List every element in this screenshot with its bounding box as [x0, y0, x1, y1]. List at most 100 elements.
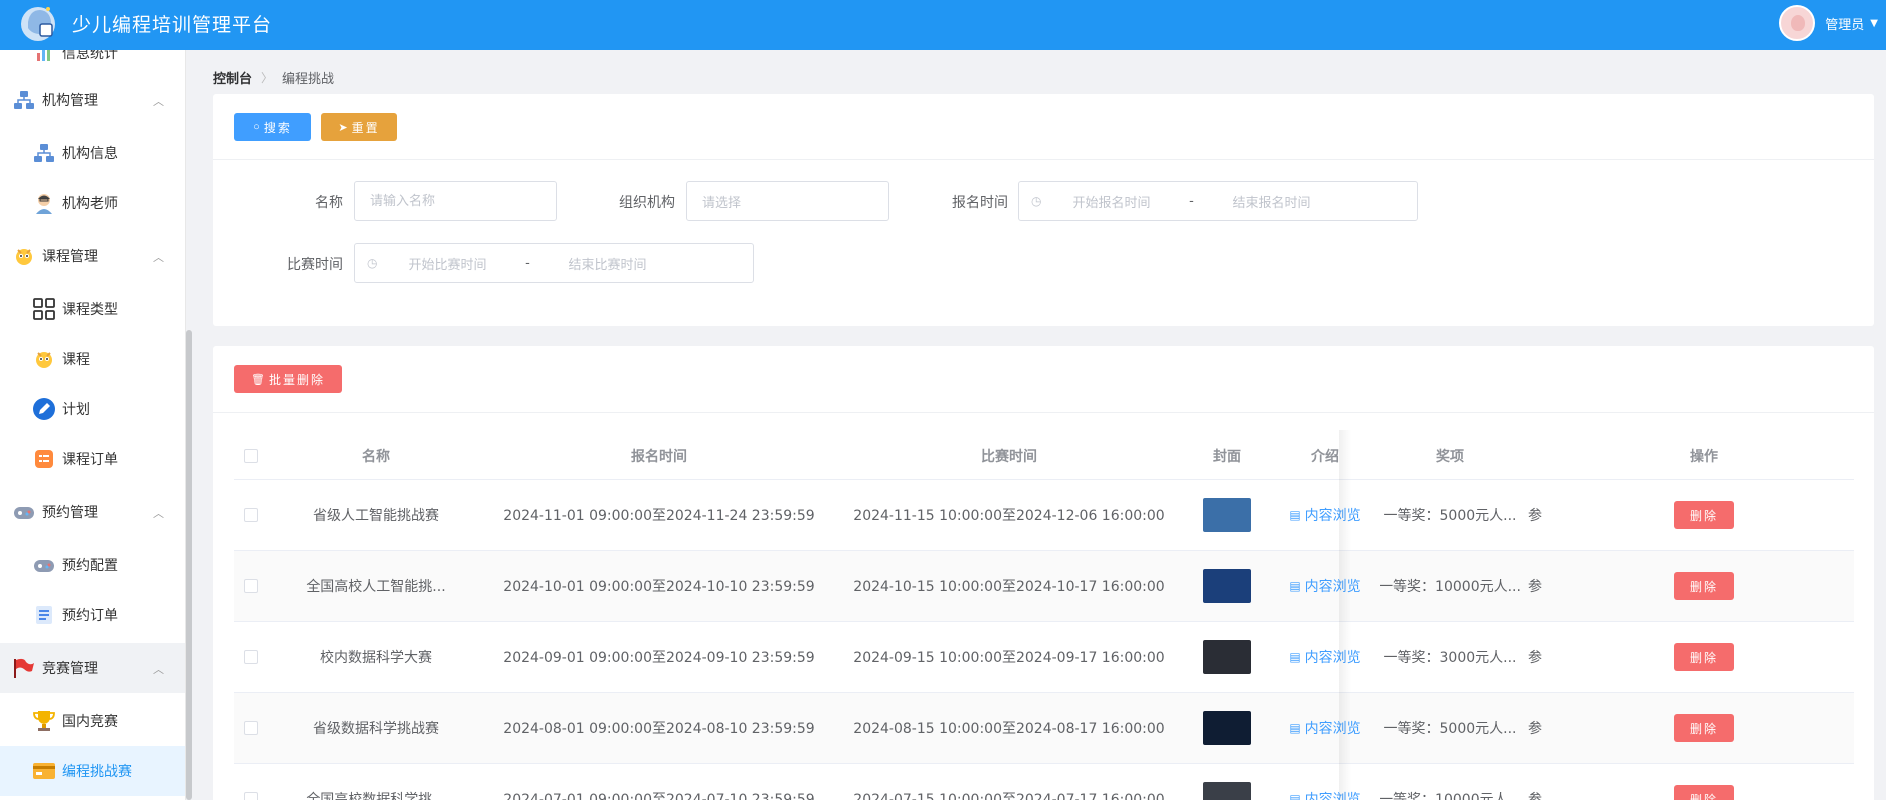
col-cover[interactable]: 封面	[1184, 433, 1270, 479]
app-title: 少儿编程培训管理平台	[72, 14, 273, 36]
row-contest-time: 2024-11-15 10:00:00至2024-12-06 16:00:00	[853, 508, 1165, 524]
breadcrumb-home[interactable]: 控制台	[213, 68, 252, 87]
sidebar-group-course[interactable]: 课程管理 ︿	[0, 231, 185, 281]
sidebar-group-org[interactable]: 机构管理 ︿	[0, 75, 185, 125]
col-contest-time[interactable]: 比赛时间	[834, 433, 1184, 479]
delete-button[interactable]: 删除	[1674, 643, 1734, 671]
row-intro-cell: ▤ 内容浏览	[1270, 693, 1380, 763]
org-label: 组织机构	[619, 195, 675, 211]
sidebar-item-course-order[interactable]: 课程订单	[0, 434, 185, 484]
flag-icon	[12, 656, 36, 680]
brain-logo-icon	[21, 7, 55, 41]
sidebar-item-domestic-contest[interactable]: 国内竞赛	[0, 696, 185, 746]
sidebar-group-contest[interactable]: 竞赛管理 ︿	[0, 643, 185, 693]
row-action-cell: 删除	[1554, 480, 1854, 550]
avatar[interactable]	[1779, 5, 1816, 41]
row-select-cell	[234, 693, 268, 763]
row-signup-time: 2024-08-01 09:00:00至2024-08-10 23:59:59	[503, 721, 815, 737]
cover-image[interactable]	[1203, 711, 1251, 745]
row-intro-cell: ▤ 内容浏览	[1270, 480, 1380, 550]
reset-button[interactable]: ➤ 重置	[321, 113, 397, 141]
contest-start[interactable]: 开始比赛时间	[377, 254, 517, 273]
row-select-cell	[234, 764, 268, 800]
range-separator: -	[525, 255, 530, 271]
row-action-cell: 删除	[1554, 551, 1854, 621]
signup-start[interactable]: 开始报名时间	[1041, 192, 1181, 211]
col-name[interactable]: 名称	[268, 433, 484, 479]
row-checkbox[interactable]	[244, 650, 258, 664]
row-action-cell: 删除	[1554, 764, 1854, 800]
trophy-icon	[32, 709, 56, 733]
row-action-cell: 删除	[1554, 622, 1854, 692]
row-checkbox[interactable]	[244, 508, 258, 522]
range-separator: -	[1189, 193, 1194, 209]
delete-button[interactable]: 删除	[1674, 714, 1734, 742]
chevron-up-icon: ︿	[153, 95, 164, 108]
sidebar-item-booking-order[interactable]: 预约订单	[0, 590, 185, 640]
user-menu[interactable]: 管理员 ▼	[1779, 3, 1878, 43]
cover-image[interactable]	[1203, 782, 1251, 800]
contest-end[interactable]: 结束比赛时间	[537, 254, 677, 273]
row-select-cell	[234, 551, 268, 621]
sidebar-item-course-type[interactable]: 课程类型	[0, 284, 185, 334]
batch-delete-button[interactable]: 🗑 批量删除	[234, 365, 342, 393]
col-signup-time[interactable]: 报名时间	[484, 433, 834, 479]
org-chart-icon	[32, 141, 56, 165]
row-checkbox[interactable]	[244, 579, 258, 593]
user-name: 管理员	[1825, 17, 1865, 33]
sidebar-item-coding-challenge[interactable]: 编程挑战赛	[0, 746, 185, 796]
sidebar-group-booking[interactable]: 预约管理 ︿	[0, 487, 185, 537]
sidebar-item-plan[interactable]: 计划	[0, 384, 185, 434]
list-panel: 🗑 批量删除 名称 报名时间 比赛时间 封面 介绍 奖项 操作 省级人工智能挑战…	[213, 346, 1874, 800]
cover-image[interactable]	[1203, 640, 1251, 674]
sidebar-item-org-info[interactable]: 机构信息	[0, 128, 185, 178]
sidebar-item-label: 国内竞赛	[62, 714, 118, 730]
cover-image[interactable]	[1203, 498, 1251, 532]
chart-icon	[32, 50, 56, 65]
delete-button[interactable]: 删除	[1674, 501, 1734, 529]
col-intro[interactable]: 介绍	[1270, 433, 1380, 479]
select-all-cell	[234, 433, 268, 479]
sidebar-item-stats[interactable]: 信息统计	[0, 50, 185, 78]
document-icon: ▤	[1289, 579, 1301, 593]
contest-time-range[interactable]: ◷ 开始比赛时间 - 结束比赛时间	[354, 243, 754, 283]
sidebar-scrollbar[interactable]	[186, 330, 192, 800]
row-checkbox[interactable]	[244, 792, 258, 800]
signup-time-range[interactable]: ◷ 开始报名时间 - 结束报名时间	[1018, 181, 1418, 221]
row-award: 一等奖：10000元人...	[1380, 792, 1520, 800]
sidebar-item-label: 课程类型	[62, 302, 118, 318]
breadcrumb: 控制台 〉 编程挑战	[213, 68, 334, 87]
delete-button[interactable]: 删除	[1674, 572, 1734, 600]
cover-image[interactable]	[1203, 569, 1251, 603]
search-toolbar: ○ 搜索 ➤ 重置	[213, 94, 1874, 160]
org-chart-icon	[12, 88, 36, 112]
search-button[interactable]: ○ 搜索	[234, 113, 311, 141]
signup-time-label: 报名时间	[952, 195, 1008, 211]
select-all-checkbox[interactable]	[244, 449, 258, 463]
row-award: 一等奖：5000元人...	[1383, 508, 1517, 524]
name-input[interactable]	[354, 181, 557, 221]
sidebar-item-label: 机构信息	[62, 146, 118, 162]
col-award[interactable]: 奖项	[1380, 433, 1520, 479]
sidebar-item-booking-config[interactable]: 预约配置	[0, 540, 185, 590]
sidebar-group-label: 课程管理	[42, 249, 98, 265]
sidebar-item-org-teacher[interactable]: 机构老师	[0, 178, 185, 228]
sidebar-item-label: 课程	[62, 352, 90, 368]
row-cover-cell	[1184, 764, 1270, 800]
col-action[interactable]: 操作	[1554, 433, 1854, 479]
chevron-up-icon: ︿	[153, 251, 164, 264]
breadcrumb-current: 编程挑战	[282, 72, 335, 87]
sidebar-item-course[interactable]: 课程	[0, 334, 185, 384]
delete-button[interactable]: 删除	[1674, 785, 1734, 800]
row-signup-time: 2024-09-01 09:00:00至2024-09-10 23:59:59	[503, 650, 815, 666]
row-name: 省级人工智能挑战赛	[313, 508, 439, 524]
org-select[interactable]: 请选择	[686, 181, 889, 221]
signup-end[interactable]: 结束报名时间	[1201, 192, 1341, 211]
sidebar-item-label: 计划	[62, 402, 90, 418]
mascot-icon	[12, 244, 36, 268]
table-row: 省级数据科学挑战赛 2024-08-01 09:00:00至2024-08-10 …	[234, 693, 1854, 764]
gamepad-icon	[32, 553, 56, 577]
row-checkbox[interactable]	[244, 721, 258, 735]
sidebar-group-label: 竞赛管理	[42, 661, 98, 677]
list-toolbar: 🗑 批量删除	[213, 346, 1874, 413]
